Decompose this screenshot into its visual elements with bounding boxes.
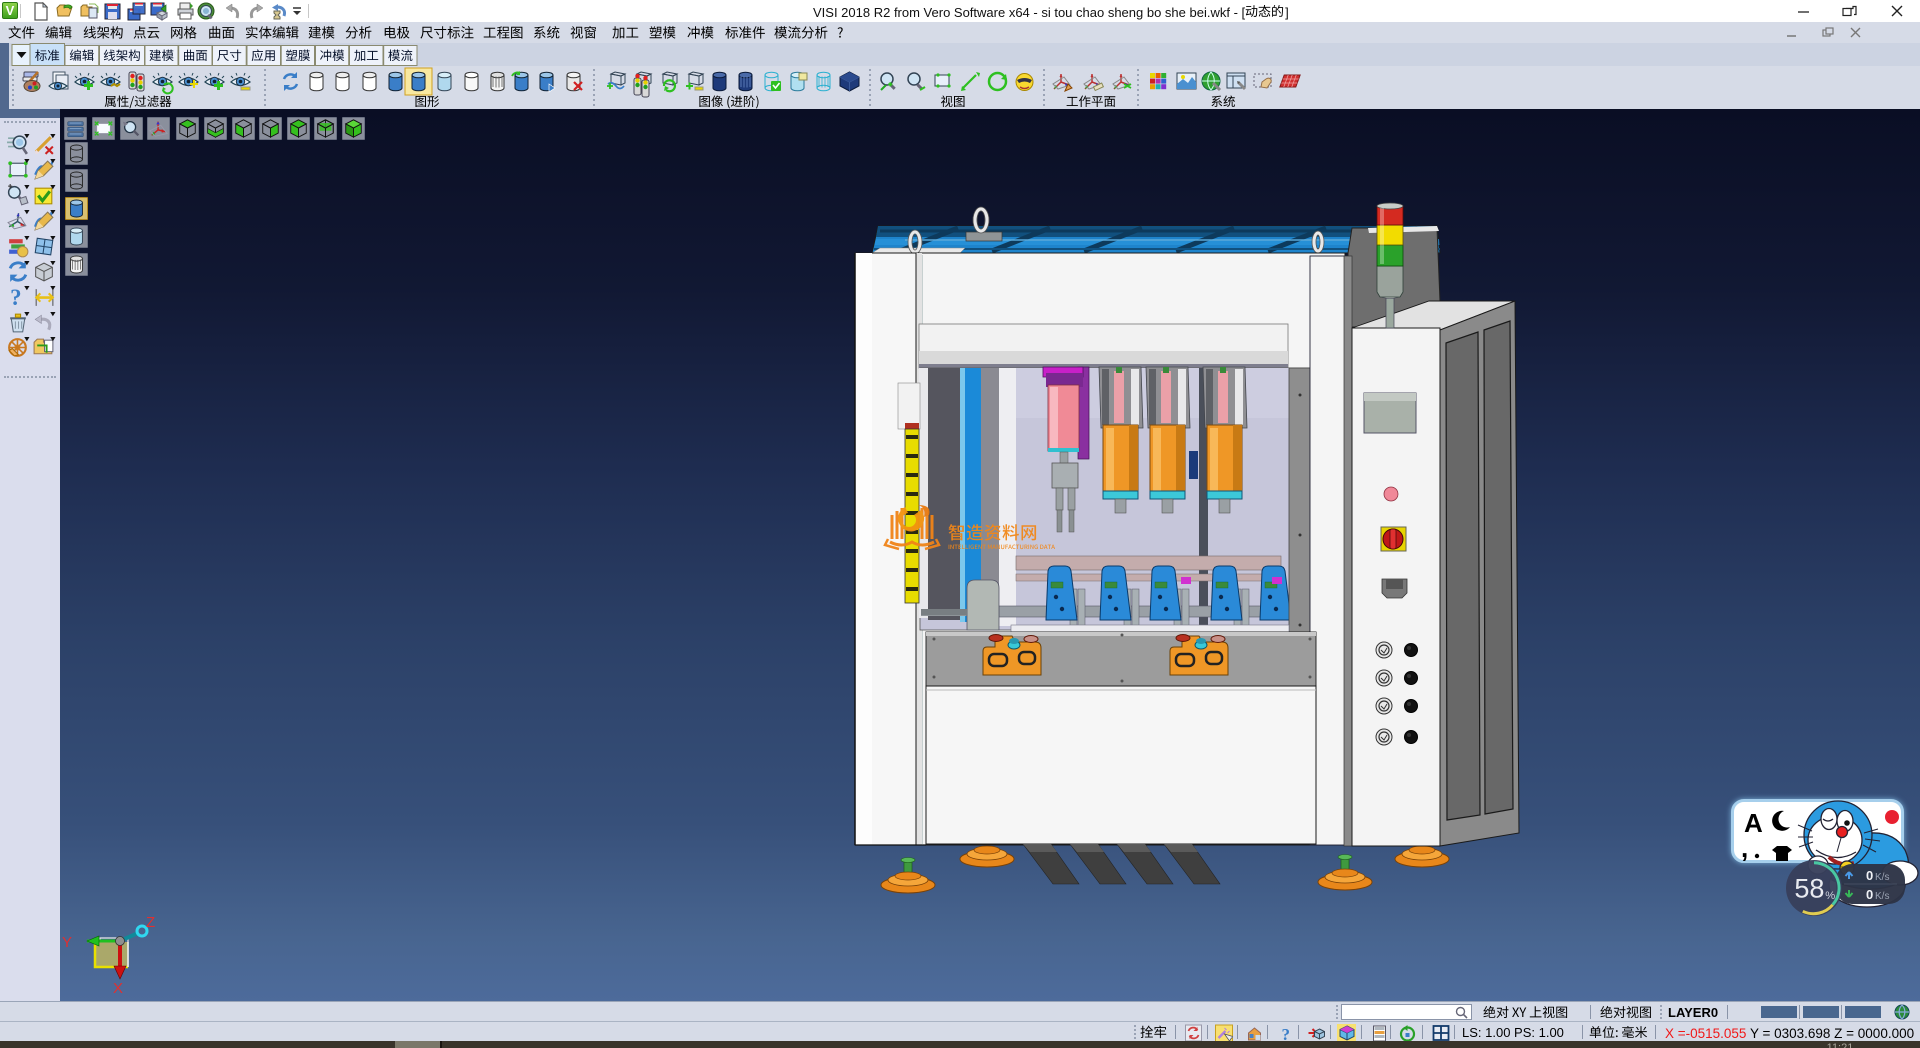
svg-text:Y: Y	[62, 934, 72, 951]
svg-text:Z: Z	[146, 914, 155, 931]
svg-text:58: 58	[1794, 873, 1824, 903]
svg-text:K/s: K/s	[1875, 872, 1889, 883]
svg-text:?: ?	[10, 285, 21, 309]
svg-text:?: ?	[1282, 1025, 1291, 1041]
svg-text:0: 0	[1866, 887, 1873, 902]
svg-text:0: 0	[1866, 868, 1873, 883]
svg-text:X: X	[113, 980, 123, 997]
svg-text:K/s: K/s	[1875, 891, 1889, 902]
svg-text:%: %	[1825, 890, 1835, 902]
